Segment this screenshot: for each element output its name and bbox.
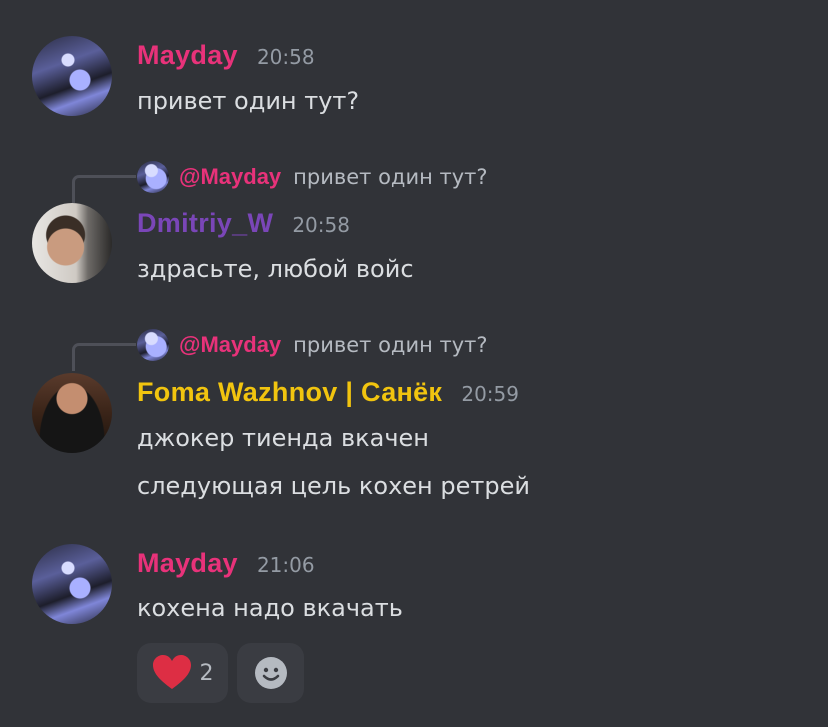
reply-spine	[72, 343, 136, 371]
message-header: Foma Wazhnov | Санёк 20:59	[137, 377, 519, 408]
chat-view: Mayday 20:58 привет один тут? @Mayday пр…	[0, 0, 828, 727]
author-name[interactable]: Dmitriy_W	[137, 208, 273, 238]
author-name[interactable]: Mayday	[137, 548, 238, 578]
message-text: кохена надо вкачать	[137, 594, 403, 622]
avatar[interactable]	[32, 36, 112, 116]
message-text: джокер тиенда вкачен	[137, 424, 429, 452]
add-reaction-icon	[254, 657, 287, 689]
author-name[interactable]: Mayday	[137, 40, 238, 70]
reply-text: привет один тут?	[293, 165, 488, 189]
timestamp: 20:59	[461, 382, 519, 406]
message-text: здрасьте, любой войс	[137, 255, 414, 283]
reply-author[interactable]: @Mayday	[179, 332, 281, 358]
avatar[interactable]	[32, 373, 112, 453]
avatar[interactable]	[32, 544, 112, 624]
author-name[interactable]: Foma Wazhnov | Санёк	[137, 377, 442, 407]
timestamp: 20:58	[292, 213, 350, 237]
red-heart-icon	[152, 655, 191, 689]
reaction-heart[interactable]: 2	[137, 643, 228, 703]
reply-avatar	[137, 161, 169, 193]
message-header: Dmitriy_W 20:58	[137, 208, 350, 239]
message-header: Mayday 21:06	[137, 548, 315, 579]
avatar[interactable]	[32, 203, 112, 283]
reply-author[interactable]: @Mayday	[179, 164, 281, 190]
reply-text: привет один тут?	[293, 333, 488, 357]
reply-spine	[72, 175, 136, 203]
reply-preview[interactable]: @Mayday привет один тут?	[137, 160, 488, 194]
reply-preview[interactable]: @Mayday привет один тут?	[137, 328, 488, 362]
message-text: привет один тут?	[137, 87, 360, 115]
message-text: следующая цель кохен ретрей	[137, 472, 530, 500]
timestamp: 21:06	[256, 553, 315, 577]
add-reaction-button[interactable]	[237, 643, 304, 703]
timestamp: 20:58	[256, 45, 315, 69]
reaction-count: 2	[199, 660, 214, 686]
reply-avatar	[137, 329, 169, 361]
message-header: Mayday 20:58	[137, 40, 315, 71]
